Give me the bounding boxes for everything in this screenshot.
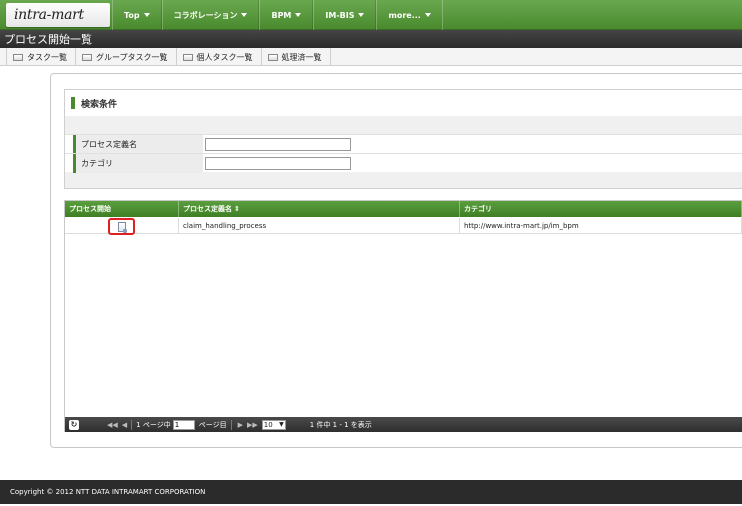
page-title-bar: プロセス開始一覧 (0, 30, 742, 48)
process-name-label: プロセス定義名 (73, 135, 203, 154)
column-process-name[interactable]: プロセス定義名 ⇕ (179, 201, 460, 217)
copyright-text: Copyright © 2012 NTT DATA INTRAMART CORP… (10, 488, 206, 496)
category-input[interactable] (205, 157, 351, 170)
pager-info: 1 件中 1 - 1 を表示 (309, 420, 372, 429)
logo-text: intra-mart (14, 7, 84, 23)
chevron-down-icon (424, 13, 431, 17)
page-title: プロセス開始一覧 (4, 33, 92, 46)
nav-more[interactable]: more... (376, 0, 443, 30)
search-conditions: 検索条件 プロセス定義名 カテゴリ (64, 89, 742, 189)
page-prefix: 1 ページ中 (136, 420, 171, 429)
column-category[interactable]: カテゴリ (460, 201, 742, 217)
pager-bar: ↻ ◀◀ ◀ 1 ページ中 ページ目 ▶ ▶▶ 10 ▼ 1 件中 1 - 1 を… (65, 417, 742, 432)
process-grid: プロセス開始 プロセス定義名 ⇕ カテゴリ claim_handling_proc… (64, 200, 742, 432)
window-icon (13, 53, 23, 61)
tab-personal-task-list[interactable]: 個人タスク一覧 (177, 48, 262, 66)
tab-label: グループタスク一覧 (96, 52, 168, 62)
top-navigation-bar: intra-mart Top コラボレーション BPM IM-BIS more.… (0, 0, 742, 30)
tab-label: 処理済一覧 (281, 52, 322, 62)
first-page-icon[interactable]: ◀◀ (107, 421, 118, 429)
rows-per-page-select[interactable]: 10 ▼ (261, 419, 286, 430)
window-icon (182, 53, 193, 61)
cell-category: http://www.intra-mart.jp/im_bpm (460, 218, 742, 234)
intra-mart-logo[interactable]: intra-mart (6, 3, 110, 27)
prev-page-icon[interactable]: ◀ (122, 421, 127, 429)
last-page-icon[interactable]: ▶▶ (247, 421, 258, 429)
divider (131, 419, 133, 430)
nav-collaboration-label: コラボレーション (173, 10, 238, 20)
search-title: 検索条件 (81, 99, 118, 110)
column-label: カテゴリ (464, 205, 492, 213)
cell-process-start (65, 218, 179, 235)
column-label: プロセス定義名 (183, 205, 232, 213)
nav-top-label: Top (124, 10, 140, 20)
grid-header: プロセス開始 プロセス定義名 ⇕ カテゴリ (65, 201, 742, 217)
process-name-input[interactable] (205, 138, 351, 151)
chevron-down-icon (358, 13, 365, 17)
search-header: 検索条件 (65, 90, 742, 116)
cell-process-name: claim_handling_process (179, 218, 460, 234)
nav-im-bis-label: IM-BIS (325, 10, 355, 20)
rows-per-page-value: 10 (263, 420, 273, 429)
global-nav: Top コラボレーション BPM IM-BIS more... (112, 0, 443, 30)
chevron-down-icon (295, 13, 302, 17)
page: intra-mart Top コラボレーション BPM IM-BIS more.… (0, 0, 742, 506)
footer: Copyright © 2012 NTT DATA INTRAMART CORP… (0, 480, 742, 504)
table-row[interactable]: claim_handling_process http://www.intra-… (65, 218, 742, 235)
chevron-down-icon: ▼ (279, 421, 284, 428)
section-marker (71, 97, 75, 109)
process-name-value: claim_handling_process (183, 222, 267, 230)
document-start-icon (117, 221, 127, 233)
nav-bpm[interactable]: BPM (259, 0, 314, 30)
nav-bpm-label: BPM (271, 10, 292, 20)
tab-label: タスク一覧 (27, 52, 67, 62)
nav-more-label: more... (388, 10, 421, 20)
column-label: プロセス開始 (69, 205, 111, 213)
search-row-category: カテゴリ (65, 153, 742, 173)
page-number-input[interactable] (172, 419, 195, 430)
divider (230, 419, 232, 430)
tab-processed-list[interactable]: 処理済一覧 (262, 48, 331, 66)
sub-tab-bar: タスク一覧 グループタスク一覧 個人タスク一覧 処理済一覧 (0, 48, 742, 66)
chevron-down-icon (143, 13, 150, 17)
next-page-icon[interactable]: ▶ (238, 421, 243, 429)
tab-group-task-list[interactable]: グループタスク一覧 (76, 48, 177, 66)
nav-collaboration[interactable]: コラボレーション (161, 0, 260, 30)
tab-task-list[interactable]: タスク一覧 (6, 48, 76, 66)
nav-top[interactable]: Top (112, 0, 162, 30)
window-icon (82, 53, 92, 61)
category-value: http://www.intra-mart.jp/im_bpm (464, 222, 579, 230)
tab-label: 個人タスク一覧 (196, 52, 253, 62)
start-process-button[interactable] (108, 218, 135, 235)
nav-im-bis[interactable]: IM-BIS (313, 0, 377, 30)
page-suffix: ページ目 (198, 420, 227, 429)
refresh-icon[interactable]: ↻ (69, 419, 79, 430)
main-panel: 検索条件 プロセス定義名 カテゴリ プロセス開始 プロセス定義名⇕ カテゴリ (50, 73, 742, 448)
category-label: カテゴリ (73, 154, 203, 173)
search-row-process-name: プロセス定義名 (65, 134, 742, 154)
chevron-down-icon (241, 13, 248, 17)
window-icon (267, 53, 278, 61)
sort-icon: ⇕ (234, 205, 240, 213)
column-process-start[interactable]: プロセス開始 (65, 201, 179, 217)
